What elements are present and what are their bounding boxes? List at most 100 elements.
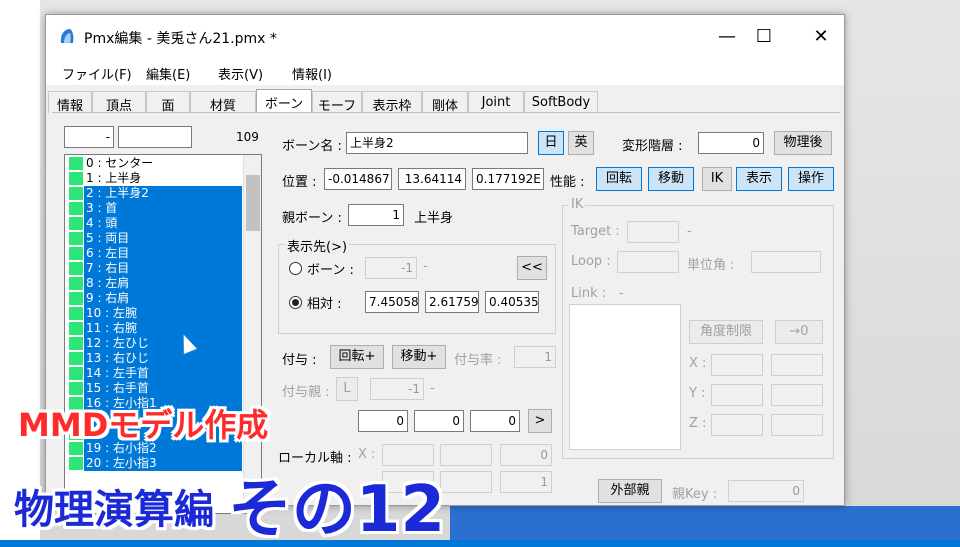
bone-list-item[interactable]: 12 : 左ひじ — [66, 336, 242, 351]
ik-unit-angle-input[interactable] — [751, 251, 821, 273]
bone-list-item-label: 3 : 首 — [84, 201, 242, 216]
position-y-input[interactable]: 13.64114 — [398, 168, 466, 190]
bone-list-item[interactable]: 1 : 上半身 — [66, 171, 242, 186]
bone-list-item-label: 6 : 左目 — [84, 246, 242, 261]
bone-filter-index[interactable]: - — [64, 126, 114, 148]
close-button[interactable]: ✕ — [798, 23, 844, 51]
maximize-button[interactable]: ☐ — [741, 23, 787, 51]
bone-list-item-label: 4 : 頭 — [84, 216, 242, 231]
deform-layer-input[interactable]: 0 — [698, 132, 764, 154]
fixed-axis-apply-button[interactable]: > — [528, 409, 552, 433]
grant-move-button[interactable]: 移動+ — [392, 345, 446, 369]
tab-bone[interactable]: ボーン — [256, 89, 312, 114]
relative-z-input[interactable]: 0.40535 — [485, 291, 539, 313]
ik-link-list[interactable] — [569, 304, 681, 450]
bone-list-item[interactable]: 5 : 両目 — [66, 231, 242, 246]
ik-z-min-input[interactable] — [711, 414, 763, 436]
ik-y-min-input[interactable] — [711, 384, 763, 406]
operate-toggle[interactable]: 操作 — [788, 167, 834, 191]
bone-list-item[interactable]: 3 : 首 — [66, 201, 242, 216]
after-physics-button[interactable]: 物理後 — [774, 131, 832, 155]
position-z-input[interactable]: 0.177192E — [472, 168, 544, 190]
bone-mark-icon — [69, 382, 83, 395]
display-target-group: 表示先(>) ボーン : -1 - << 相対 : 7.45058 2.6175… — [278, 236, 556, 334]
bone-list-item-label: 0 : センター — [86, 156, 154, 170]
bone-list-item[interactable]: 4 : 頭 — [66, 216, 242, 231]
menu-edit[interactable]: 編集(E) — [146, 64, 190, 83]
bone-list-item[interactable]: 7 : 右目 — [66, 261, 242, 276]
grant-parent-input[interactable]: -1 — [370, 378, 424, 400]
tab-material[interactable]: 材質 — [190, 91, 256, 114]
ik-x-min-input[interactable] — [711, 354, 763, 376]
position-label: 位置 : — [282, 175, 317, 190]
rotate-toggle[interactable]: 回転 — [596, 167, 642, 191]
external-parent-button[interactable]: 外部親 — [598, 479, 662, 503]
position-x-input[interactable]: -0.014867 — [324, 168, 392, 190]
scrollbar-thumb[interactable] — [246, 175, 260, 231]
ik-toggle[interactable]: IK — [702, 167, 732, 191]
fixed-axis-z-input[interactable]: 0 — [470, 410, 520, 432]
tab-morph[interactable]: モーフ — [312, 91, 362, 114]
display-back-button[interactable]: << — [517, 256, 547, 280]
display-bone-input[interactable]: -1 — [365, 257, 417, 279]
bone-mark-icon — [69, 202, 83, 215]
ik-arrow-zero-button[interactable]: →0 — [775, 320, 823, 344]
ik-loop-input[interactable] — [617, 251, 679, 273]
fixed-axis-x-input[interactable]: 0 — [358, 410, 408, 432]
display-bone-radio[interactable] — [289, 262, 302, 275]
tab-face[interactable]: 面 — [146, 91, 190, 114]
display-bone-name: - — [423, 259, 428, 274]
fixed-axis-y-input[interactable]: 0 — [414, 410, 464, 432]
grant-rate-input[interactable]: 1 — [514, 346, 556, 368]
title-bar[interactable]: Pmx編集 - 美兎さん21.pmx * — ☐ ✕ — [46, 15, 844, 59]
grant-parent-button[interactable]: L — [336, 377, 358, 401]
local-axis-x2-input[interactable] — [440, 444, 492, 466]
local-axis-z2-input[interactable] — [440, 471, 492, 493]
tab-info[interactable]: 情報 — [48, 91, 92, 114]
bone-filter-name[interactable] — [118, 126, 192, 148]
bone-list-item[interactable]: 14 : 左手首 — [66, 366, 242, 381]
ik-angle-limit-button[interactable]: 角度制限 — [689, 320, 763, 344]
ik-target-name: - — [687, 224, 692, 239]
ik-z-max-input[interactable] — [771, 414, 823, 436]
bone-list-item[interactable]: 2 : 上半身2 — [66, 186, 242, 201]
menu-info[interactable]: 情報(I) — [292, 64, 332, 83]
ik-y-max-input[interactable] — [771, 384, 823, 406]
visible-toggle[interactable]: 表示 — [736, 167, 782, 191]
bone-list-item[interactable]: 9 : 右肩 — [66, 291, 242, 306]
english-name-button[interactable]: 英 — [568, 131, 594, 155]
relative-y-input[interactable]: 2.61759 — [425, 291, 479, 313]
menu-file[interactable]: ファイル(F) — [62, 64, 132, 83]
bone-list-item[interactable]: 10 : 左腕 — [66, 306, 242, 321]
menu-bar: ファイル(F) 編集(E) 表示(V) 情報(I) — [46, 59, 844, 85]
local-axis-z3-input[interactable]: 1 — [500, 471, 552, 493]
tab-strip: 情報 頂点 面 材質 ボーン モーフ 表示枠 剛体 Joint SoftBody — [46, 89, 844, 114]
relative-x-input[interactable]: 7.45058 — [365, 291, 419, 313]
bone-list-item[interactable]: 8 : 左肩 — [66, 276, 242, 291]
parent-key-input[interactable]: 0 — [728, 480, 804, 502]
bone-name-input[interactable]: 上半身2 — [346, 132, 528, 154]
tab-rigid-body[interactable]: 剛体 — [422, 91, 468, 114]
bone-list-item[interactable]: 6 : 左目 — [66, 246, 242, 261]
menu-view[interactable]: 表示(V) — [218, 64, 263, 83]
tab-softbody[interactable]: SoftBody — [524, 91, 598, 113]
ik-loop-label: Loop : — [571, 254, 611, 269]
local-axis-x3-input[interactable]: 0 — [500, 444, 552, 466]
bone-list-item[interactable]: 11 : 右腕 — [66, 321, 242, 336]
move-toggle[interactable]: 移動 — [648, 167, 694, 191]
ik-x-max-input[interactable] — [771, 354, 823, 376]
bone-list-item-label: 7 : 右目 — [84, 261, 242, 276]
japanese-name-button[interactable]: 日 — [538, 131, 564, 155]
grant-rotate-button[interactable]: 回転+ — [330, 345, 384, 369]
tab-vertex[interactable]: 頂点 — [92, 91, 146, 114]
tab-display-frame[interactable]: 表示枠 — [362, 91, 422, 114]
ik-target-input[interactable] — [627, 221, 679, 243]
bone-list-item[interactable]: 0 : センター — [66, 156, 242, 171]
bone-list-item-label: 15 : 右手首 — [84, 381, 242, 396]
display-relative-radio[interactable] — [289, 296, 302, 309]
tab-joint[interactable]: Joint — [468, 91, 524, 113]
bone-list-item[interactable]: 13 : 右ひじ — [66, 351, 242, 366]
bone-mark-icon — [69, 367, 83, 380]
parent-bone-input[interactable]: 1 — [348, 204, 404, 226]
bone-list-item[interactable]: 15 : 右手首 — [66, 381, 242, 396]
